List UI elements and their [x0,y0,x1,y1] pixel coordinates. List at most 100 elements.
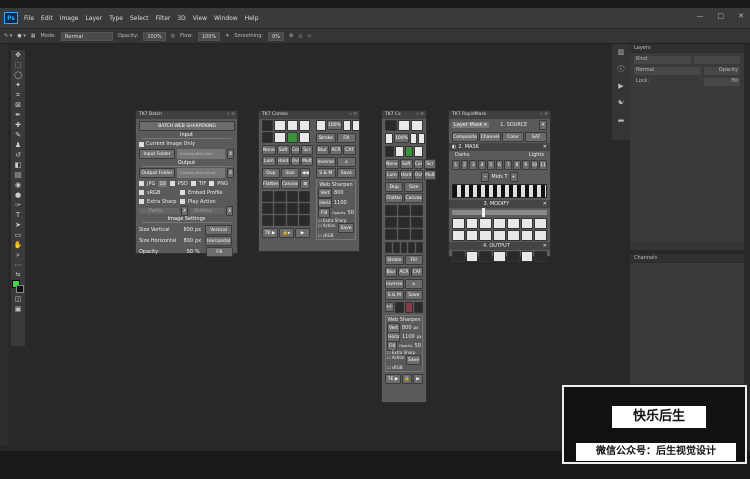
mask-white-icon[interactable] [452,218,465,229]
zone-4-button[interactable]: 4 [478,160,486,170]
paste-icon[interactable] [286,215,298,226]
lock-icon[interactable]: 🔒 [402,374,412,384]
embed-checkbox[interactable] [180,190,185,195]
horizontal-button[interactable]: Horizontal [205,235,233,246]
select-button[interactable]: ± Select [404,279,423,296]
hand-icon[interactable]: ✋ [14,240,23,250]
fill-button[interactable]: Fill [404,255,423,265]
canvas-button[interactable]: Canvas [280,179,300,189]
smart-object-icon[interactable] [286,191,298,202]
lum-button[interactable]: Lum [385,170,399,180]
layer-copy-icon[interactable] [385,205,397,216]
menu-icon[interactable] [452,251,465,262]
layers-tab[interactable]: Layers [630,44,744,53]
mask-close-icon[interactable]: ✕ [543,144,547,150]
history-icon[interactable]: ▥ [618,48,625,56]
frame-tool-icon[interactable]: ⊠ [15,100,21,110]
inverse-button[interactable]: Inverse [385,279,404,289]
menu-type[interactable]: Type [109,15,123,22]
more-icon[interactable]: ⋯ [15,260,22,270]
mask-add-icon[interactable] [411,217,423,228]
pressure-opacity-icon[interactable]: ◎ [171,33,175,39]
gradient-icon[interactable]: ▤ [15,170,22,180]
close-button[interactable]: ✕ [738,12,744,20]
menu-help[interactable]: Help [245,15,259,22]
layer-opacity[interactable]: Opacity [704,67,740,75]
save2-button[interactable]: Save [338,223,354,233]
stamp-visible-icon[interactable] [385,217,397,228]
invert-icon[interactable]: ◐ [452,144,456,150]
channel-button[interactable]: Channel [479,132,502,142]
action-option[interactable]: ☐ Action [318,223,335,233]
scr-button[interactable]: Scr [301,145,313,155]
ovl-button[interactable]: Ovl [290,156,300,166]
zoom-100-button[interactable]: 100% [327,120,342,130]
layer-stack-icon[interactable] [274,191,286,202]
menu-view[interactable]: View [193,15,207,22]
image-icon[interactable] [298,191,310,202]
zoom-out-icon[interactable] [351,120,360,131]
menu-image[interactable]: Image [60,15,79,22]
acr-button[interactable]: ACR [329,145,343,155]
modify-slider[interactable] [452,208,547,217]
minimize-button[interactable]: — [697,12,704,20]
select-button[interactable]: ± Select [336,157,356,174]
menu-layer[interactable]: Layer [85,15,102,22]
mode-select[interactable]: Normal [60,31,113,41]
arrow-right-icon[interactable]: ▶ [295,228,310,238]
brush-settings-icon[interactable]: ▦ [31,33,36,39]
delete-icon[interactable] [414,302,423,313]
mids-minus-icon[interactable]: − [481,172,490,182]
zoom-icon[interactable]: ⌕ [16,250,20,260]
merge-icon[interactable] [274,203,286,214]
copy-icon[interactable] [398,229,410,240]
mask-cube-icon[interactable] [465,230,479,241]
png-checkbox[interactable] [209,181,215,186]
none-button[interactable]: None [262,145,276,155]
airbrush-icon[interactable]: ✈ [225,33,229,39]
output-folder-button[interactable]: Output Folder [139,168,175,178]
horiz-button[interactable]: Horiz [318,198,332,208]
source-close-icon[interactable]: ✕ [539,120,547,130]
color-red-icon[interactable] [404,302,414,313]
background-color[interactable] [16,285,24,293]
size-button[interactable]: Size [280,168,300,178]
soft-button[interactable]: Soft [399,159,413,169]
angle-icon[interactable]: △ [299,33,303,39]
pencil-icon[interactable] [414,146,423,157]
menu-window[interactable]: Window [214,15,238,22]
group-icon[interactable] [298,203,310,214]
menu-filter[interactable]: Filter [156,15,171,22]
layer-fill[interactable]: Fill [704,78,740,86]
smart-object-icon[interactable] [411,205,423,216]
hard-button[interactable]: Hard [399,170,413,180]
vert-input[interactable]: 800 [334,190,344,196]
fill-button[interactable]: Fill [205,246,233,257]
swap-icon[interactable] [394,302,404,313]
move-tool-icon[interactable]: ✥ [15,50,21,60]
mask-ring-icon[interactable] [479,218,493,229]
zoom-out-icon[interactable] [417,133,425,144]
srgb-option[interactable]: ☐ sRGB [387,365,421,370]
play-action-checkbox[interactable] [180,199,185,204]
zone-6-button[interactable]: 6 [495,160,504,170]
half-circle-icon[interactable] [398,120,410,131]
smoothing-input[interactable]: 0% [268,31,285,41]
menu-select[interactable]: Select [130,15,149,22]
sm-button[interactable]: S & M [385,290,404,300]
fill2-button[interactable]: Fill [318,208,331,218]
menu-edit[interactable]: Edit [41,15,53,22]
zone-9-button[interactable]: 9 [521,160,530,170]
action-option[interactable]: ☐ Action [387,355,404,365]
input-folder-button[interactable]: Input Folder [139,149,175,159]
symmetry-icon[interactable]: ◇ [307,33,311,39]
zoom-in-icon[interactable] [342,120,351,131]
modify-close-icon[interactable]: ✕ [543,201,547,207]
link-icon[interactable] [298,215,310,226]
brush-black-icon[interactable] [262,132,274,143]
caf-button[interactable]: CAF [411,267,423,277]
fit-screen-icon[interactable] [385,133,393,144]
brush-black-icon[interactable] [385,146,394,157]
mask-drop-icon[interactable] [520,230,534,241]
caf-button[interactable]: CAF [343,145,356,155]
